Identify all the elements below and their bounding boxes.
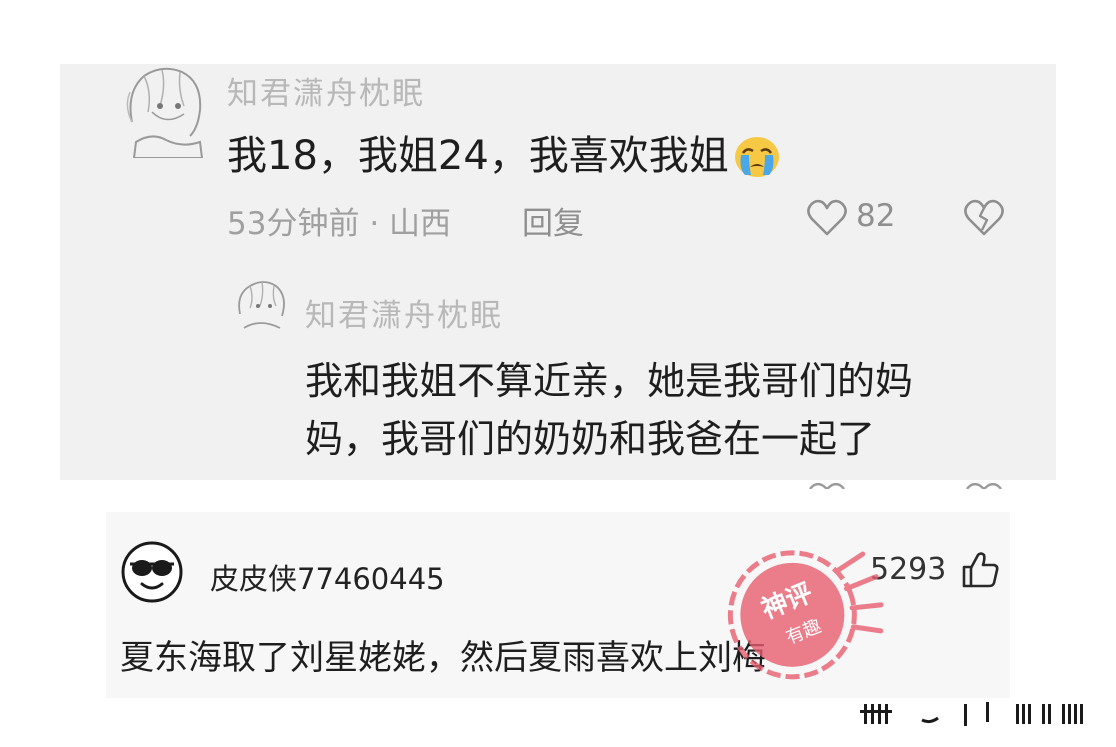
reply-text: 我和我姐不算近亲，她是我哥们的妈妈，我哥们的奶奶和我爸在一起了: [305, 359, 914, 461]
commenter-username[interactable]: 知君潇舟枕眠: [227, 68, 425, 113]
reply-username[interactable]: 知君潇舟枕眠: [305, 290, 503, 335]
anime-avatar-icon: [126, 67, 204, 159]
bottom-commenter-avatar[interactable]: [120, 540, 184, 604]
comment-meta: 53分钟前 · 山西: [227, 198, 451, 243]
reply-button[interactable]: 回复: [522, 198, 584, 243]
featured-comment-stamp: 神评 有趣: [712, 537, 892, 691]
thumbs-up-icon[interactable]: [960, 551, 1000, 593]
meta-separator: ·: [369, 206, 380, 242]
clipped-broken-heart-icon: [963, 474, 1005, 493]
broken-heart-icon: [964, 199, 1004, 236]
comment-text: 我18，我姐24，我喜欢我姐: [227, 128, 781, 194]
heart-icon: [806, 198, 848, 242]
reply-avatar[interactable]: [232, 278, 290, 334]
watermark-glyph: [858, 700, 1098, 734]
commenter-avatar[interactable]: [122, 62, 210, 159]
bottom-commenter-username[interactable]: 皮皮侠77460445: [210, 556, 445, 598]
comment-time: 53分钟前: [227, 206, 360, 242]
bottom-comment-text: 夏东海取了刘星姥姥，然后夏雨喜欢上刘梅: [120, 638, 766, 678]
sunglasses-face-icon: [121, 541, 183, 603]
anime-avatar-icon: [238, 281, 285, 329]
comment-text-content: 我18，我姐24，我喜欢我姐: [227, 133, 729, 179]
like-count: 82: [856, 198, 896, 234]
dislike-button[interactable]: [963, 198, 1005, 242]
crying-face-icon: [733, 135, 781, 194]
comment-location: 山西: [389, 206, 452, 242]
clipped-heart-icon: [806, 474, 848, 493]
